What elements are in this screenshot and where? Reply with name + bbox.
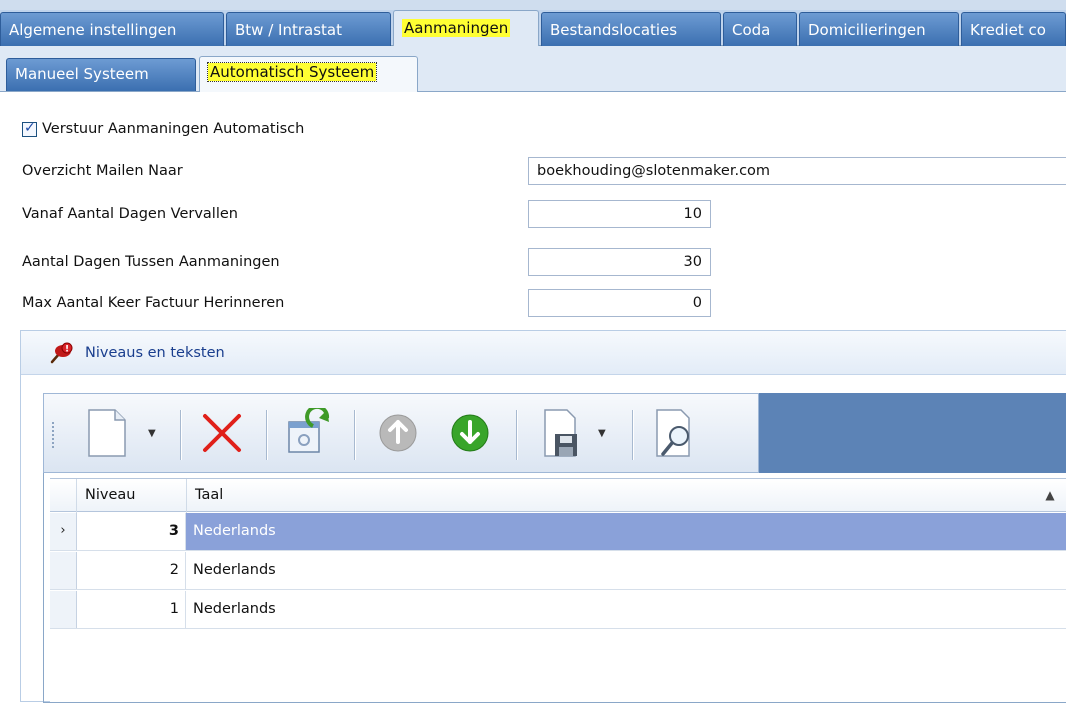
delete-button[interactable]: [194, 404, 250, 462]
grid-header: Niveau Taal ▲: [50, 478, 1066, 513]
refresh-settings-icon: [288, 408, 330, 453]
cell-niveau[interactable]: 1: [77, 591, 186, 628]
table-row[interactable]: 1 Nederlands: [50, 591, 1066, 629]
tab-label: Btw / Intrastat: [235, 21, 342, 39]
move-up-icon: [379, 414, 417, 452]
cell-taal[interactable]: Nederlands: [187, 513, 276, 550]
tab-label: Krediet co: [970, 21, 1046, 39]
days-between-input[interactable]: 30: [528, 248, 711, 276]
sub-tab-bar: Manueel Systeem Automatisch Systeem: [0, 46, 1066, 92]
send-automatic-checkbox[interactable]: ✓: [22, 119, 37, 137]
max-reminders-input[interactable]: 0: [528, 289, 711, 317]
tab-algemene-instellingen[interactable]: Algemene instellingen: [0, 12, 224, 46]
column-header-label: Taal: [195, 487, 224, 503]
toolbar-separator: [632, 410, 634, 460]
max-reminders-label: Max Aantal Keer Factuur Herinneren: [22, 295, 285, 311]
cell-taal[interactable]: Nederlands: [187, 552, 276, 589]
tab-automatisch-systeem[interactable]: Automatisch Systeem: [199, 56, 418, 92]
tab-btw-intrastat[interactable]: Btw / Intrastat: [226, 12, 391, 46]
tab-label: Manueel Systeem: [15, 65, 149, 83]
tab-label: Bestandslocaties: [550, 21, 678, 39]
preview-button[interactable]: [646, 404, 702, 462]
table-row[interactable]: 2 Nederlands: [50, 552, 1066, 590]
tab-domicilieringen[interactable]: Domicilieringen: [799, 12, 959, 46]
cell-niveau[interactable]: 2: [77, 552, 186, 589]
row-indicator: [50, 552, 77, 589]
new-button[interactable]: [78, 404, 134, 462]
checkmark-icon: ✓: [24, 119, 36, 136]
delete-icon: [203, 414, 241, 452]
days-expired-input[interactable]: 10: [528, 200, 711, 228]
move-up-button[interactable]: [370, 404, 426, 462]
toolbar-separator: [354, 410, 356, 460]
row-indicator: [50, 591, 77, 628]
svg-text:!: !: [65, 345, 69, 355]
save-dropdown-icon[interactable]: ▼: [598, 428, 610, 440]
main-tab-bar: Algemene instellingen Btw / Intrastat Aa…: [0, 10, 1066, 47]
preview-icon: [656, 409, 690, 457]
levels-grid: Niveau Taal ▲ › 3 Nederlands 2 Nederland…: [50, 478, 1066, 702]
window-top-strip: [0, 0, 1066, 10]
tab-aanmaningen[interactable]: Aanmaningen: [393, 10, 539, 47]
mail-to-input[interactable]: boekhouding@slotenmaker.com: [528, 157, 1066, 185]
toolbar-separator: [180, 410, 182, 460]
move-down-icon: [451, 414, 489, 452]
pin-warning-icon: !: [50, 342, 73, 364]
tab-manueel-systeem[interactable]: Manueel Systeem: [6, 58, 196, 91]
tab-label: Algemene instellingen: [9, 21, 177, 39]
cell-taal[interactable]: Nederlands: [187, 591, 276, 628]
move-down-button[interactable]: [442, 404, 498, 462]
group-title: Niveaus en teksten: [85, 345, 225, 361]
row-indicator-header: [50, 479, 77, 513]
days-between-label: Aantal Dagen Tussen Aanmaningen: [22, 254, 280, 270]
column-header-taal[interactable]: Taal ▲: [187, 479, 1066, 513]
cell-niveau[interactable]: 3: [77, 513, 186, 550]
refresh-settings-button[interactable]: [280, 404, 336, 462]
new-dropdown-icon[interactable]: ▼: [148, 428, 160, 440]
column-header-label: Niveau: [85, 487, 136, 503]
send-automatic-row: ✓ Verstuur Aanmaningen Automatisch: [22, 118, 304, 140]
group-header[interactable]: ! Niveaus en teksten: [21, 331, 1066, 375]
tab-krediet[interactable]: Krediet co: [961, 12, 1066, 46]
toolbar-separator: [516, 410, 518, 460]
column-header-niveau[interactable]: Niveau: [77, 479, 187, 513]
sort-ascending-icon: ▲: [1045, 488, 1055, 502]
save-button[interactable]: [532, 404, 588, 462]
toolbar-grip[interactable]: [52, 422, 55, 448]
tab-label: Aanmaningen: [402, 19, 511, 37]
new-document-icon: [88, 409, 126, 457]
mail-to-label: Overzicht Mailen Naar: [22, 163, 183, 179]
save-icon: [544, 409, 577, 457]
row-indicator-icon: ›: [50, 513, 77, 550]
toolbar-separator: [266, 410, 268, 460]
send-automatic-label: Verstuur Aanmaningen Automatisch: [42, 121, 305, 137]
tab-label: Coda: [732, 21, 771, 39]
tab-label: Domicilieringen: [808, 21, 926, 39]
tab-label: Automatisch Systeem: [206, 62, 378, 82]
days-expired-label: Vanaf Aantal Dagen Vervallen: [22, 206, 238, 222]
table-row[interactable]: › 3 Nederlands: [50, 513, 1066, 551]
grid-toolbar: ▼ ▼: [43, 393, 759, 473]
toolbar-background-fill: [759, 393, 1066, 473]
tab-bestandslocaties[interactable]: Bestandslocaties: [541, 12, 721, 46]
tab-coda[interactable]: Coda: [723, 12, 797, 46]
